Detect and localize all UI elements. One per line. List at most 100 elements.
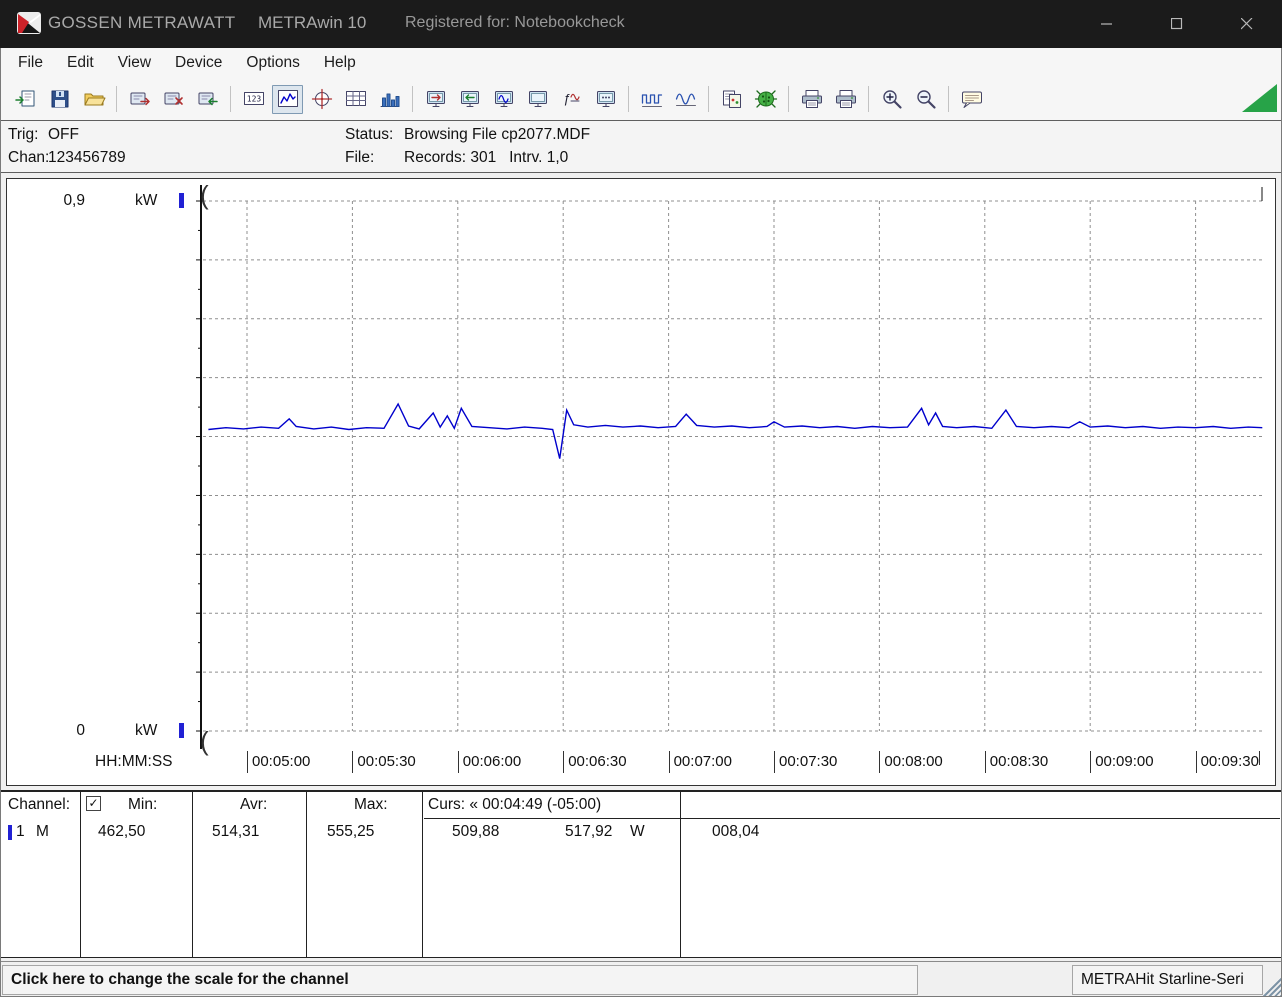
toolbar-separator <box>116 86 117 112</box>
toolbar-separator <box>708 86 709 112</box>
x-axis-tick: 00:08:30 <box>984 751 1048 773</box>
channel1-color-marker <box>8 825 12 840</box>
chart-panel[interactable]: 0,9 kW 0 kW ( ( HH:MM:SS 00:05:00 00:05:3… <box>6 178 1276 786</box>
x-axis-tick: 00:09:30 <box>1195 751 1259 773</box>
data-import-button[interactable] <box>192 85 223 114</box>
config-new-button[interactable] <box>10 85 41 114</box>
annotation-button[interactable] <box>956 85 987 114</box>
view-table-button[interactable] <box>340 85 371 114</box>
cell-unit: W <box>630 823 645 840</box>
status-value: Browsing File cp2077.MDF <box>404 126 591 143</box>
cell-avr-value: 514,31 <box>212 823 260 840</box>
col-header-avr: Avr: <box>240 796 268 813</box>
menu-help[interactable]: Help <box>312 50 368 76</box>
print-button[interactable] <box>830 85 861 114</box>
zoom-out-button[interactable] <box>910 85 941 114</box>
cell-cursor-a-value: 509,88 <box>452 823 500 840</box>
status-label: Status: <box>345 126 394 143</box>
x-axis-tick: 00:09:00 <box>1090 751 1154 773</box>
view-trend-chart-button[interactable] <box>272 84 303 114</box>
device-monitor-button[interactable] <box>488 85 519 114</box>
trig-label: Trig: <box>8 126 39 143</box>
window-title: METRAwin 10 <box>258 13 367 32</box>
power-trace <box>208 402 1263 459</box>
close-icon <box>1241 18 1253 30</box>
data-export-button[interactable] <box>124 85 155 114</box>
cursor-marker-bottom: ( <box>200 726 209 756</box>
maximize-icon <box>1171 18 1183 30</box>
file-label: File: <box>345 149 375 166</box>
data-delete-button[interactable] <box>158 85 189 114</box>
device-memory-button[interactable] <box>590 85 621 114</box>
file-open-button[interactable] <box>78 85 109 114</box>
menu-device[interactable]: Device <box>163 50 234 76</box>
status-panel: Trig: OFF Chan: 123456789 Status: Browsi… <box>0 120 1282 173</box>
toolbar-separator <box>412 86 413 112</box>
menu-options[interactable]: Options <box>234 50 311 76</box>
table-divider <box>192 792 193 957</box>
cursor-header-underline <box>424 818 1280 819</box>
cell-channel-number[interactable]: 1 <box>16 823 25 841</box>
config-save-button[interactable] <box>44 85 75 114</box>
y-axis-min-label[interactable]: 0 <box>43 722 85 740</box>
x-axis-tick: 00:06:00 <box>457 751 521 773</box>
trig-value: OFF <box>48 126 79 143</box>
cell-delta-value: 008,04 <box>712 823 760 840</box>
table-divider <box>80 792 81 957</box>
y-axis-max-label[interactable]: 0,9 <box>43 192 85 210</box>
statusbar-device: METRAHit Starline-Seri <box>1072 965 1263 995</box>
print-preview-button[interactable] <box>796 85 827 114</box>
x-axis-end-tick <box>1259 751 1260 765</box>
toolbar-separator <box>628 86 629 112</box>
toolbar-separator <box>230 86 231 112</box>
menu-view[interactable]: View <box>106 50 163 76</box>
channel1-range-marker-bottom <box>179 723 184 738</box>
toolbar-separator <box>788 86 789 112</box>
x-axis-tick: 00:07:30 <box>774 751 837 773</box>
minimize-button[interactable] <box>1072 0 1142 48</box>
file-value: Records: 301 Intrv. 1,0 <box>404 149 569 166</box>
envelope-wave-button[interactable] <box>670 85 701 114</box>
math-function-button[interactable]: ƒ <box>556 85 587 114</box>
cell-cursor-b-value: 517,92 <box>565 823 613 840</box>
view-histogram-button[interactable] <box>374 85 405 114</box>
zoom-in-button[interactable] <box>876 85 907 114</box>
device-send-button[interactable] <box>420 85 451 114</box>
title-bar: GOSSEN METRAWATT METRAwin 10 Registered … <box>0 0 1282 48</box>
view-numeric-button[interactable]: 123 <box>238 85 269 114</box>
registered-text: Registered for: Notebookcheck <box>405 14 625 31</box>
svg-text:ƒ: ƒ <box>563 91 570 106</box>
cursor-marker-top: ( <box>200 180 209 210</box>
y-axis-unit-bottom: kW <box>135 722 158 739</box>
channel-table[interactable]: Channel: ✓ Min: Avr: Max: Curs: « 00:04:… <box>0 790 1282 958</box>
resize-grip[interactable] <box>1262 977 1281 996</box>
x-axis-tick: 00:06:30 <box>563 751 627 773</box>
x-axis-tick: 00:05:00 <box>247 751 310 773</box>
menu-bar: File Edit View Device Options Help <box>0 48 1282 78</box>
toolbar-separator <box>868 86 869 112</box>
channel-visible-checkbox[interactable]: ✓ <box>86 796 101 811</box>
maximize-button[interactable] <box>1142 0 1212 48</box>
col-header-max: Max: <box>354 796 388 813</box>
cell-channel-mode: M <box>36 823 49 840</box>
status-bar: Click here to change the scale for the c… <box>0 961 1282 997</box>
col-header-channel: Channel: <box>8 796 71 813</box>
device-display-button[interactable] <box>522 85 553 114</box>
chart-svg[interactable] <box>7 179 1275 785</box>
view-scope-button[interactable] <box>306 85 337 114</box>
menu-file[interactable]: File <box>6 50 55 76</box>
x-axis-tick: 00:07:00 <box>668 751 732 773</box>
pulse-wave-button[interactable] <box>636 85 667 114</box>
copy-clipboard-button[interactable] <box>716 85 747 114</box>
x-axis-tick: 00:05:30 <box>352 751 416 773</box>
x-axis-label: HH:MM:SS <box>95 753 173 770</box>
table-divider <box>422 792 423 957</box>
table-divider <box>306 792 307 957</box>
device-receive-button[interactable] <box>454 85 485 114</box>
cell-min-value: 462,50 <box>98 823 146 840</box>
close-button[interactable] <box>1212 0 1282 48</box>
menu-edit[interactable]: Edit <box>55 50 106 76</box>
live-mode-button[interactable] <box>750 85 781 114</box>
statusbar-hint[interactable]: Click here to change the scale for the c… <box>2 965 918 995</box>
table-divider <box>680 792 681 957</box>
